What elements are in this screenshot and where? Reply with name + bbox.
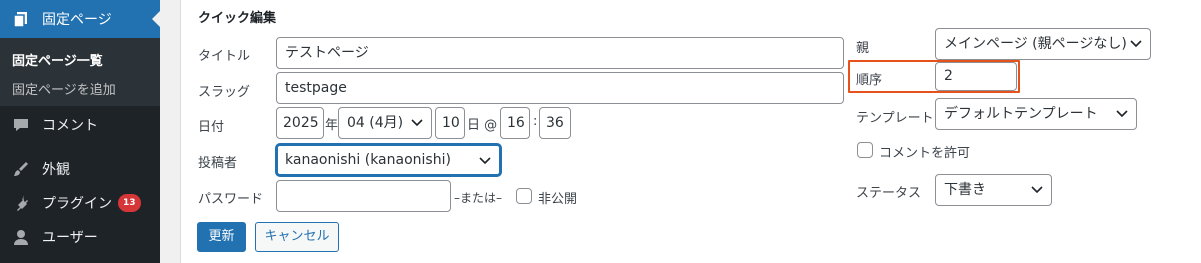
submenu-all-pages[interactable]: 固定ページ一覧 — [12, 50, 103, 69]
minute-input[interactable]: 36 — [539, 107, 571, 139]
slug-label: スラッグ — [198, 85, 251, 100]
chevron-down-icon — [479, 157, 491, 165]
plugins-icon — [12, 194, 30, 212]
current-menu-arrow — [152, 11, 160, 27]
template-value: デフォルトテンプレート — [944, 106, 1098, 122]
order-input[interactable]: 2 — [935, 62, 1017, 91]
month-value: 04 (4月) — [347, 115, 404, 131]
chevron-down-icon — [1130, 40, 1142, 48]
sidebar-item-label: プラグイン — [42, 196, 112, 212]
title-label: タイトル — [198, 49, 251, 64]
update-button[interactable]: 更新 — [197, 222, 246, 252]
day-input[interactable]: 10 — [435, 107, 465, 139]
users-icon — [12, 228, 30, 246]
quick-edit-title: クイック編集 — [198, 11, 277, 26]
status-label: ステータス — [856, 186, 922, 201]
or-separator: –または– — [454, 191, 503, 205]
order-label: 順序 — [856, 73, 883, 88]
password-input[interactable] — [276, 180, 451, 212]
chevron-down-icon — [1116, 110, 1128, 118]
quick-edit-panel: クイック編集 タイトル テストページ スラッグ testpage 日付 2025… — [180, 0, 1201, 263]
sidebar-item-label: ユーザー — [42, 230, 98, 246]
author-select[interactable]: kanaonishi (kanaonishi) — [276, 144, 501, 176]
date-label: 日付 — [198, 120, 225, 135]
password-label: パスワード — [198, 192, 264, 207]
comment-icon — [12, 116, 30, 134]
status-select[interactable]: 下書き — [935, 174, 1052, 206]
day-suffix: 日 @ — [467, 118, 498, 133]
admin-sidebar: 固定ページ 固定ページ一覧 固定ページを追加 コメント 外観 プラグイン 13 … — [0, 0, 160, 263]
hour-input[interactable]: 16 — [500, 107, 530, 139]
submenu-add-page[interactable]: 固定ページを追加 — [12, 79, 116, 98]
month-select[interactable]: 04 (4月) — [338, 107, 432, 139]
pages-icon — [12, 10, 30, 28]
parent-select[interactable]: メインページ (親ページなし) — [935, 28, 1151, 60]
sidebar-item-users[interactable]: ユーザー — [0, 220, 160, 254]
pages-submenu: 固定ページ一覧 固定ページを追加 — [0, 38, 160, 106]
private-label: 非公開 — [538, 192, 578, 207]
parent-label: 親 — [856, 41, 870, 56]
appearance-icon — [12, 160, 30, 178]
cancel-button[interactable]: キャンセル — [255, 222, 339, 252]
year-suffix: 年 — [325, 118, 339, 133]
sidebar-item-comments[interactable]: コメント — [0, 108, 160, 142]
sidebar-item-plugins[interactable]: プラグイン 13 — [0, 186, 160, 220]
chevron-down-icon — [1031, 186, 1043, 194]
author-label: 投稿者 — [198, 156, 238, 171]
sidebar-item-label: 固定ページ — [42, 12, 112, 28]
template-select[interactable]: デフォルトテンプレート — [935, 98, 1137, 130]
chevron-down-icon — [411, 119, 423, 127]
year-input[interactable]: 2025 — [276, 107, 324, 139]
status-value: 下書き — [944, 182, 986, 198]
sidebar-item-label: コメント — [42, 118, 98, 134]
slug-input[interactable]: testpage — [276, 72, 844, 104]
template-label: テンプレート — [856, 111, 934, 126]
allow-comments-checkbox[interactable] — [857, 142, 873, 158]
allow-comments-label: コメントを許可 — [879, 146, 971, 161]
update-count-badge: 13 — [118, 194, 141, 212]
sidebar-item-label: 外観 — [42, 162, 70, 178]
sidebar-item-pages[interactable]: 固定ページ — [0, 0, 160, 38]
title-input[interactable]: テストページ — [276, 37, 844, 69]
time-separator: : — [533, 114, 538, 129]
author-value: kanaonishi (kanaonishi) — [285, 152, 451, 168]
parent-value: メインページ (親ページなし) — [944, 36, 1127, 52]
sidebar-item-appearance[interactable]: 外観 — [0, 152, 160, 186]
private-checkbox[interactable] — [516, 188, 532, 204]
